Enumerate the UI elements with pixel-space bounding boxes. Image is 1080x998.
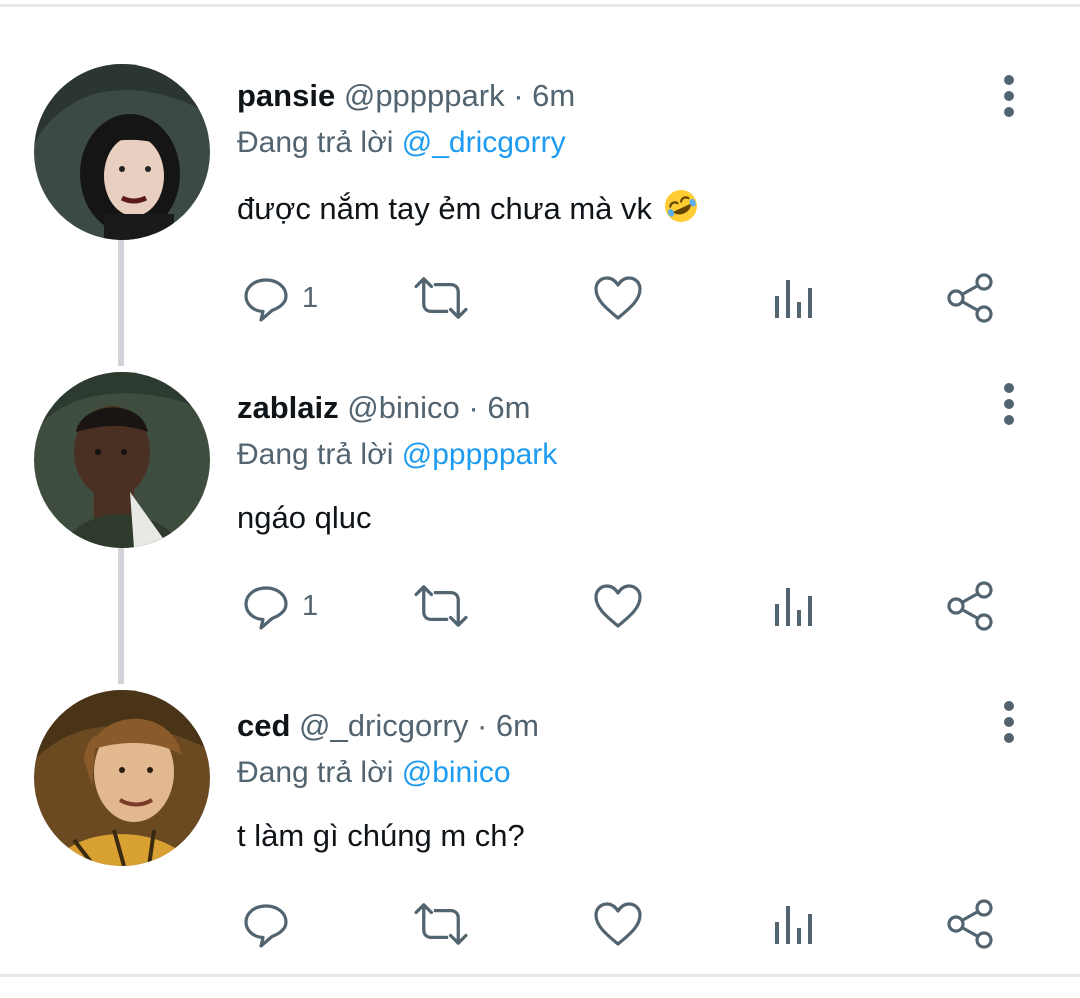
separator: · bbox=[476, 708, 488, 743]
views-icon bbox=[772, 276, 816, 320]
tweet-header: ced @_dricgorry · 6m bbox=[237, 708, 539, 744]
tweet-header: pansie @pppppark · 6m bbox=[237, 78, 575, 114]
share-button[interactable] bbox=[944, 272, 996, 324]
avatar[interactable] bbox=[34, 64, 210, 240]
retweet-button[interactable] bbox=[410, 580, 472, 632]
retweet-icon bbox=[410, 901, 472, 947]
handle[interactable]: @pppppark bbox=[344, 78, 505, 113]
tweet-ced[interactable]: ced @_dricgorry · 6m Đang trả lời @binic… bbox=[0, 646, 1080, 964]
share-icon bbox=[944, 898, 996, 950]
handle[interactable]: @binico bbox=[347, 390, 459, 425]
reply-button[interactable] bbox=[242, 898, 290, 950]
timestamp[interactable]: 6m bbox=[532, 78, 575, 113]
tweet-text-body: t làm gì chúng m ch? bbox=[237, 818, 525, 853]
retweet-button[interactable] bbox=[410, 272, 472, 324]
tweet-text-body: được nắm tay ẻm chưa mà vk bbox=[237, 191, 653, 226]
reply-count: 1 bbox=[302, 589, 319, 622]
retweet-icon bbox=[410, 275, 472, 321]
separator: · bbox=[513, 78, 524, 113]
top-divider bbox=[0, 4, 1080, 7]
like-button[interactable] bbox=[592, 580, 644, 632]
views-button[interactable] bbox=[772, 272, 816, 324]
replying-to: Đang trả lời @pppppark bbox=[237, 438, 557, 472]
views-button[interactable] bbox=[772, 580, 816, 632]
reply-icon bbox=[242, 582, 290, 630]
tweet-text: t làm gì chúng m ch? bbox=[237, 818, 525, 854]
views-button[interactable] bbox=[772, 898, 816, 950]
share-icon bbox=[944, 580, 996, 632]
reply-button[interactable]: 1 bbox=[242, 272, 318, 324]
tweet-pansie[interactable]: pansie @pppppark · 6m Đang trả lời @_dri… bbox=[0, 10, 1080, 328]
reply-mention-link[interactable]: @pppppark bbox=[402, 438, 558, 471]
retweet-icon bbox=[410, 583, 472, 629]
reply-button[interactable]: 1 bbox=[242, 580, 318, 632]
tweet-text: ngáo qluc bbox=[237, 500, 371, 536]
display-name[interactable]: pansie bbox=[237, 78, 335, 113]
display-name[interactable]: ced bbox=[237, 708, 290, 743]
like-icon bbox=[592, 274, 644, 322]
timestamp[interactable]: 6m bbox=[487, 390, 530, 425]
retweet-button[interactable] bbox=[410, 898, 472, 950]
replying-to-label: Đang trả lời bbox=[237, 756, 394, 789]
tweet-text: được nắm tay ẻm chưa mà vk bbox=[237, 188, 699, 227]
tweet-zablaiz[interactable]: zablaiz @binico · 6m Đang trả lời @ppppp… bbox=[0, 328, 1080, 646]
rolling-laughing-emoji-icon bbox=[664, 190, 697, 222]
views-icon bbox=[772, 584, 816, 628]
reply-icon bbox=[242, 900, 290, 948]
avatar[interactable] bbox=[34, 690, 210, 866]
more-icon[interactable] bbox=[992, 380, 1026, 428]
share-button[interactable] bbox=[944, 580, 996, 632]
views-icon bbox=[772, 902, 816, 946]
tweet-header: zablaiz @binico · 6m bbox=[237, 390, 530, 426]
handle[interactable]: @_dricgorry bbox=[299, 708, 468, 743]
more-icon[interactable] bbox=[992, 72, 1026, 120]
reply-icon bbox=[242, 274, 290, 322]
share-button[interactable] bbox=[944, 898, 996, 950]
display-name[interactable]: zablaiz bbox=[237, 390, 339, 425]
like-icon bbox=[592, 900, 644, 948]
avatar[interactable] bbox=[34, 372, 210, 548]
reply-mention-link[interactable]: @_dricgorry bbox=[402, 126, 566, 159]
reply-mention-link[interactable]: @binico bbox=[402, 756, 511, 789]
replying-to-label: Đang trả lời bbox=[237, 438, 394, 471]
like-button[interactable] bbox=[592, 272, 644, 324]
replying-to: Đang trả lời @_dricgorry bbox=[237, 126, 566, 160]
replying-to: Đang trả lời @binico bbox=[237, 756, 511, 790]
timestamp[interactable]: 6m bbox=[496, 708, 539, 743]
like-icon bbox=[592, 582, 644, 630]
replying-to-label: Đang trả lời bbox=[237, 126, 394, 159]
more-icon[interactable] bbox=[992, 698, 1026, 746]
separator: · bbox=[468, 390, 479, 425]
bottom-divider bbox=[0, 974, 1080, 977]
share-icon bbox=[944, 272, 996, 324]
reply-count: 1 bbox=[302, 281, 319, 314]
like-button[interactable] bbox=[592, 898, 644, 950]
tweet-text-body: ngáo qluc bbox=[237, 500, 372, 535]
